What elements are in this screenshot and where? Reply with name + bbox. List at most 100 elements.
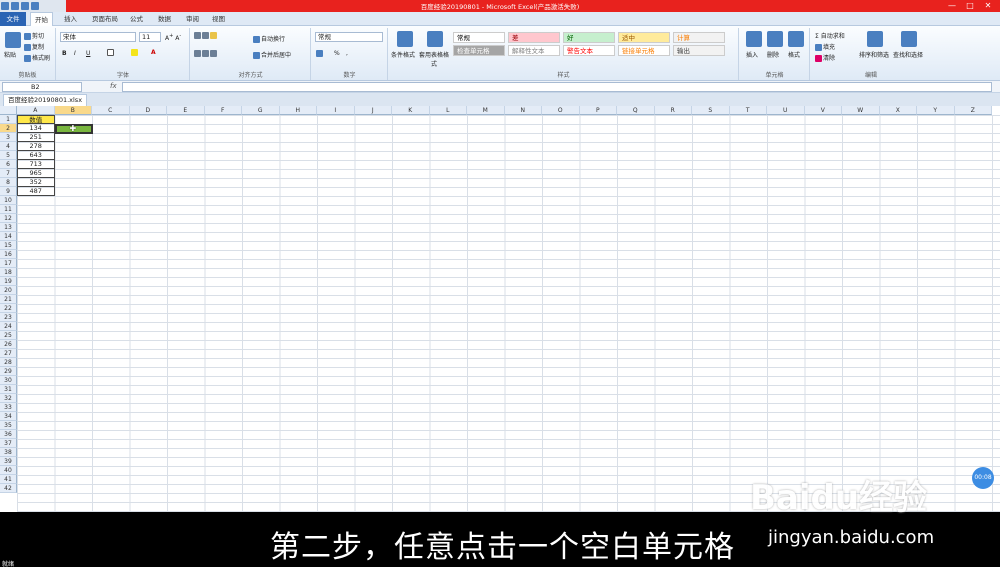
row-header[interactable]: 12 — [0, 214, 17, 223]
column-header[interactable]: C — [92, 106, 130, 115]
format-cells-icon[interactable] — [788, 31, 804, 47]
autosum-button[interactable]: Σ 自动求和 — [815, 31, 845, 40]
conditional-format-button[interactable]: 条件格式 — [391, 50, 415, 59]
cell-style-3[interactable]: 适中 — [618, 32, 670, 43]
tab-data[interactable]: 数据 — [154, 12, 175, 26]
row-header[interactable]: 35 — [0, 421, 17, 430]
tab-insert[interactable]: 插入 — [60, 12, 81, 26]
font-size-select[interactable]: 11 — [139, 32, 161, 42]
tab-formulas[interactable]: 公式 — [126, 12, 147, 26]
maximize-button[interactable]: □ — [962, 0, 978, 12]
data-cell[interactable]: 352 — [17, 178, 55, 187]
row-header[interactable]: 7 — [0, 169, 17, 178]
fx-icon[interactable]: fx — [110, 82, 117, 90]
delete-cells-button[interactable]: 删除 — [767, 50, 779, 59]
column-header[interactable]: Y — [917, 106, 955, 115]
row-header[interactable]: 28 — [0, 358, 17, 367]
merge-center-button[interactable]: 合并后居中 — [253, 50, 291, 59]
copy-button[interactable]: 复制 — [24, 42, 44, 51]
column-header[interactable]: W — [842, 106, 880, 115]
tab-review[interactable]: 审阅 — [182, 12, 203, 26]
column-header[interactable]: U — [767, 106, 805, 115]
cell-style-4[interactable]: 计算 — [673, 32, 725, 43]
row-header[interactable]: 24 — [0, 322, 17, 331]
row-header[interactable]: 17 — [0, 259, 17, 268]
cell-style-2[interactable]: 好 — [563, 32, 615, 43]
row-header[interactable]: 36 — [0, 430, 17, 439]
minimize-button[interactable]: — — [944, 0, 960, 12]
cell-style-8[interactable]: 链接单元格 — [618, 45, 670, 56]
data-cell[interactable]: 965 — [17, 169, 55, 178]
row-header[interactable]: 16 — [0, 250, 17, 259]
column-header[interactable]: A — [17, 106, 55, 115]
row-header[interactable]: 22 — [0, 304, 17, 313]
column-header[interactable]: L — [429, 106, 467, 115]
column-header[interactable]: O — [542, 106, 580, 115]
grow-font-button[interactable]: A+ A- — [165, 33, 181, 42]
column-header[interactable]: Z — [954, 106, 992, 115]
italic-button[interactable]: I — [74, 50, 76, 57]
column-header[interactable]: N — [504, 106, 542, 115]
data-cell[interactable]: 487 — [17, 187, 55, 196]
row-header[interactable]: 23 — [0, 313, 17, 322]
column-header[interactable]: R — [654, 106, 692, 115]
row-header[interactable]: 39 — [0, 457, 17, 466]
cell-style-5[interactable]: 检查单元格 — [453, 45, 505, 56]
row-header[interactable]: 14 — [0, 232, 17, 241]
row-header[interactable]: 32 — [0, 394, 17, 403]
underline-button[interactable]: U — [86, 50, 90, 57]
column-header[interactable]: G — [242, 106, 280, 115]
row-header[interactable]: 6 — [0, 160, 17, 169]
align-buttons-bottom[interactable] — [194, 50, 218, 57]
column-header[interactable]: S — [692, 106, 730, 115]
bold-button[interactable]: B — [62, 50, 67, 57]
row-header[interactable]: 15 — [0, 241, 17, 250]
clear-button[interactable]: 清除 — [815, 53, 835, 62]
tab-home[interactable]: 开始 — [30, 12, 53, 26]
close-button[interactable]: ✕ — [980, 0, 996, 12]
column-header[interactable]: P — [579, 106, 617, 115]
currency-button[interactable] — [316, 50, 324, 57]
cell-style-6[interactable]: 解释性文本 — [508, 45, 560, 56]
row-header[interactable]: 9 — [0, 187, 17, 196]
font-name-select[interactable]: 宋体 — [60, 32, 136, 42]
insert-cells-button[interactable]: 插入 — [746, 50, 758, 59]
tab-file[interactable]: 文件 — [0, 12, 26, 26]
row-header[interactable]: 4 — [0, 142, 17, 151]
selected-cell-b2[interactable]: ✚ — [54, 124, 93, 134]
format-painter-button[interactable]: 格式刷 — [24, 53, 50, 62]
cell-style-0[interactable]: 常规 — [453, 32, 505, 43]
row-header[interactable]: 38 — [0, 448, 17, 457]
comma-button[interactable]: , — [346, 50, 348, 57]
delete-cells-icon[interactable] — [767, 31, 783, 47]
spreadsheet-grid[interactable]: A B C D E F G H I J K L M N O P Q R S T U V W X Y Z 1 2 3 4 5 6 7 8 9 10 11 1… — [0, 106, 1000, 512]
row-header[interactable]: 18 — [0, 268, 17, 277]
fill-button[interactable]: 填充 — [815, 42, 835, 51]
workbook-tab[interactable]: 百度经验20190801.xlsx — [3, 94, 88, 106]
column-header[interactable]: K — [392, 106, 430, 115]
row-header[interactable]: 5 — [0, 151, 17, 160]
number-format-select[interactable]: 常规 — [315, 32, 383, 42]
tab-view[interactable]: 视图 — [208, 12, 229, 26]
table-format-icon[interactable] — [427, 31, 443, 47]
data-cell[interactable]: 643 — [17, 151, 55, 160]
row-header[interactable]: 25 — [0, 331, 17, 340]
cell-style-9[interactable]: 输出 — [673, 45, 725, 56]
column-header[interactable]: V — [804, 106, 842, 115]
row-header[interactable]: 13 — [0, 223, 17, 232]
row-header[interactable]: 21 — [0, 295, 17, 304]
conditional-format-icon[interactable] — [397, 31, 413, 47]
column-header[interactable]: T — [729, 106, 767, 115]
insert-cells-icon[interactable] — [746, 31, 762, 47]
sort-filter-button[interactable]: 排序和筛选 — [859, 50, 889, 59]
row-header[interactable]: 2 — [0, 124, 17, 133]
find-select-icon[interactable] — [901, 31, 917, 47]
column-header[interactable]: H — [279, 106, 317, 115]
column-header[interactable]: X — [879, 106, 917, 115]
paste-button[interactable]: 粘贴 — [4, 50, 16, 59]
row-header[interactable]: 29 — [0, 367, 17, 376]
row-header[interactable]: 11 — [0, 205, 17, 214]
column-header[interactable]: J — [354, 106, 392, 115]
row-header[interactable]: 34 — [0, 412, 17, 421]
tab-page-layout[interactable]: 页面布局 — [88, 12, 122, 26]
